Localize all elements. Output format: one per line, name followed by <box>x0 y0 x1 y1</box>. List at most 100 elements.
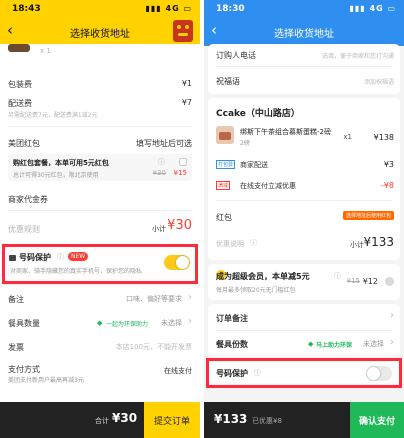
online-discount-label: 在线支付立减优惠 <box>240 182 296 190</box>
confirm-pay-button[interactable]: 确认支付 <box>350 402 404 438</box>
packing-tag: 打包费 <box>216 160 236 169</box>
right-order-card: Ccake（中山路店） 绑斯下午茶组合慕斯蛋糕-2磅 2磅 x1 ¥138 打包… <box>208 98 400 260</box>
member-orig-price: ¥15 <box>346 277 360 285</box>
product-name: 绑斯下午茶组合慕斯蛋糕-2磅 <box>240 128 331 136</box>
left-bottom-bar: 合计 ¥30 提交订单 <box>0 402 200 438</box>
redpacket-badge[interactable]: 选择地址后使用红包 <box>342 211 394 220</box>
remark-hint[interactable]: 口味、偏好等要求 <box>126 294 182 304</box>
subtotal-value: ¥30 <box>167 218 192 233</box>
coupon-pack-price: ¥15 <box>173 169 187 177</box>
info-icon[interactable]: ⓘ <box>334 271 341 281</box>
subtotal-value: ¥133 <box>363 235 394 249</box>
checkbox[interactable] <box>179 158 187 166</box>
product-thumbnail <box>8 44 30 52</box>
member-price: ¥12 <box>362 277 378 286</box>
left-item-qty: x 1 <box>40 47 51 55</box>
phone-input[interactable]: 选填，便于商家和您打沟通 <box>322 51 394 60</box>
right-order-screen: 18:30 ▮▮▮ 4G ▭ ‹ 选择收货地址 订购人电话 选填，便于商家和您打… <box>204 0 404 438</box>
online-discount-value: -¥8 <box>380 181 394 190</box>
right-contact-card: 订购人电话 选填，便于商家和您打沟通 祝福语 添加祝福语 <box>208 44 400 94</box>
subtotal-label: 小计 <box>350 241 364 249</box>
right-network-type: 4G <box>369 4 384 13</box>
delivery-note: 另需配送费7元，配送费满1减2元 <box>8 112 98 119</box>
coupon-pack-orig-price: ¥30 <box>152 169 166 177</box>
cake-thumbnail <box>216 126 234 144</box>
invoice-hint: 本店100元，不能开发票 <box>115 343 192 351</box>
packing-value: ¥3 <box>383 160 394 169</box>
subtotal-label: 小计 <box>152 225 166 233</box>
right-status-bar: 18:30 ▮▮▮ 4G ▭ <box>204 0 404 18</box>
tableware-eco-text: 一起为环保助力 <box>106 321 149 328</box>
chevron-right-icon[interactable]: › <box>188 316 192 327</box>
eco-leaf-icon: ◆ <box>97 319 103 327</box>
merchant-coupon-label: 商家代金券 <box>8 195 48 204</box>
tableware-hint[interactable]: 未选择 <box>363 339 384 349</box>
right-signal-indicator: ▮▮▮ 4G ▭ <box>349 4 396 13</box>
left-status-time: 18:43 <box>12 4 41 14</box>
member-label: 成为超级会员，本单减5元 <box>216 272 310 281</box>
right-bottom-bar: ¥133 已优惠¥8 确认支付 <box>204 402 404 438</box>
divider <box>8 126 192 127</box>
confirm-pay-label: 确认支付 <box>358 417 395 427</box>
comparison-stage: 18:43 ▮▮▮ 4G ▭ ‹ 选择收货地址 x 1 包装费 ¥1 配送费 ¥… <box>0 0 404 438</box>
delivery-label: 配送费 <box>8 99 32 108</box>
divider <box>216 66 392 67</box>
coupon-pack-label: 购红包套餐，本单可用5元红包 <box>13 159 109 167</box>
left-nav-bar: ‹ 选择收货地址 <box>0 18 200 44</box>
right-nav-bar: ‹ 选择收货地址 <box>204 18 404 44</box>
chevron-right-icon[interactable]: › <box>188 292 192 303</box>
saved-text: 已优惠¥8 <box>252 417 282 425</box>
payment-sub: 美团支付新用户最高再减3元 <box>8 377 84 384</box>
right-options-card: 订单备注 › 餐具份数 ◆ 马上助力环保 未选择 › <box>208 304 400 356</box>
submit-order-button[interactable]: 提交订单 <box>144 402 200 438</box>
shop-name: Ccake（中山路店） <box>216 109 300 119</box>
product-price: ¥138 <box>373 133 394 142</box>
coupon-pack-box[interactable]: 购红包套餐，本单可用5元红包 ⓘ 总计可得30元红包，限北京使用 ¥30 ¥15 <box>8 154 192 181</box>
chevron-right-icon[interactable]: › <box>390 337 394 348</box>
meituan-coupon-hint[interactable]: 填写地址后可选 <box>136 138 192 149</box>
info-icon[interactable]: ⓘ <box>250 238 257 248</box>
left-network-type: 4G <box>165 4 180 13</box>
product-spec: 2磅 <box>240 140 250 147</box>
battery-icon: ▭ <box>387 4 396 13</box>
eco-leaf-icon: ◆ <box>308 340 314 348</box>
coupon-pack-desc: 总计可得30元红包，限北京使用 <box>13 172 99 179</box>
order-remark-label: 订单备注 <box>216 314 248 323</box>
blessing-input[interactable]: 添加祝福语 <box>364 77 394 86</box>
submit-order-label: 提交订单 <box>153 417 190 427</box>
packaging-value: ¥1 <box>181 79 192 88</box>
right-status-time: 18:30 <box>216 4 245 14</box>
tableware-eco-text: 马上助力环保 <box>316 342 353 349</box>
info-icon[interactable]: ⓘ <box>158 157 165 167</box>
left-status-bar: 18:43 ▮▮▮ 4G ▭ <box>0 0 200 18</box>
packaging-label: 包装费 <box>8 80 32 89</box>
payment-value[interactable]: 在线支付 <box>164 366 192 376</box>
discount-desc-label[interactable]: 优惠说明 <box>216 239 244 249</box>
packing-label: 商家配送 <box>240 161 268 169</box>
highlight-box <box>206 358 402 388</box>
mascot-avatar-icon <box>173 20 193 42</box>
left-page-title: 选择收货地址 <box>70 29 130 40</box>
product-qty: x1 <box>343 133 352 141</box>
delivery-value: ¥7 <box>181 98 192 107</box>
chevron-right-icon[interactable]: › <box>390 310 394 321</box>
right-page-title: 选择收货地址 <box>274 29 334 40</box>
divider <box>216 200 392 201</box>
left-options-card: 备注 口味、偏好等要求 › 餐具数量 ◆ 一起为环保助力 未选择 › 发票 本店… <box>0 286 200 402</box>
highlight-box <box>2 244 198 284</box>
divider <box>216 330 392 331</box>
tableware-hint[interactable]: 未选择 <box>161 318 182 328</box>
battery-icon: ▭ <box>183 4 192 13</box>
left-signal-indicator: ▮▮▮ 4G ▭ <box>145 4 192 13</box>
divider <box>8 210 192 211</box>
total-label: 合计 <box>95 417 109 425</box>
signal-bars-icon: ▮▮▮ <box>145 4 162 13</box>
total-value: ¥30 <box>112 411 138 425</box>
discount-tag: 满减 <box>216 181 231 190</box>
member-desc: 每月最多领取20元无门槛红包 <box>216 287 296 294</box>
left-order-screen: 18:43 ▮▮▮ 4G ▭ ‹ 选择收货地址 x 1 包装费 ¥1 配送费 ¥… <box>0 0 200 438</box>
signal-bars-icon: ▮▮▮ <box>349 4 366 13</box>
total-value: ¥133 <box>214 412 248 426</box>
right-member-card: 成为超级会员，本单减5元 ⓘ 每月最多领取20元无门槛红包 ¥15 ¥12 <box>208 264 400 300</box>
member-checkbox[interactable] <box>385 277 394 286</box>
